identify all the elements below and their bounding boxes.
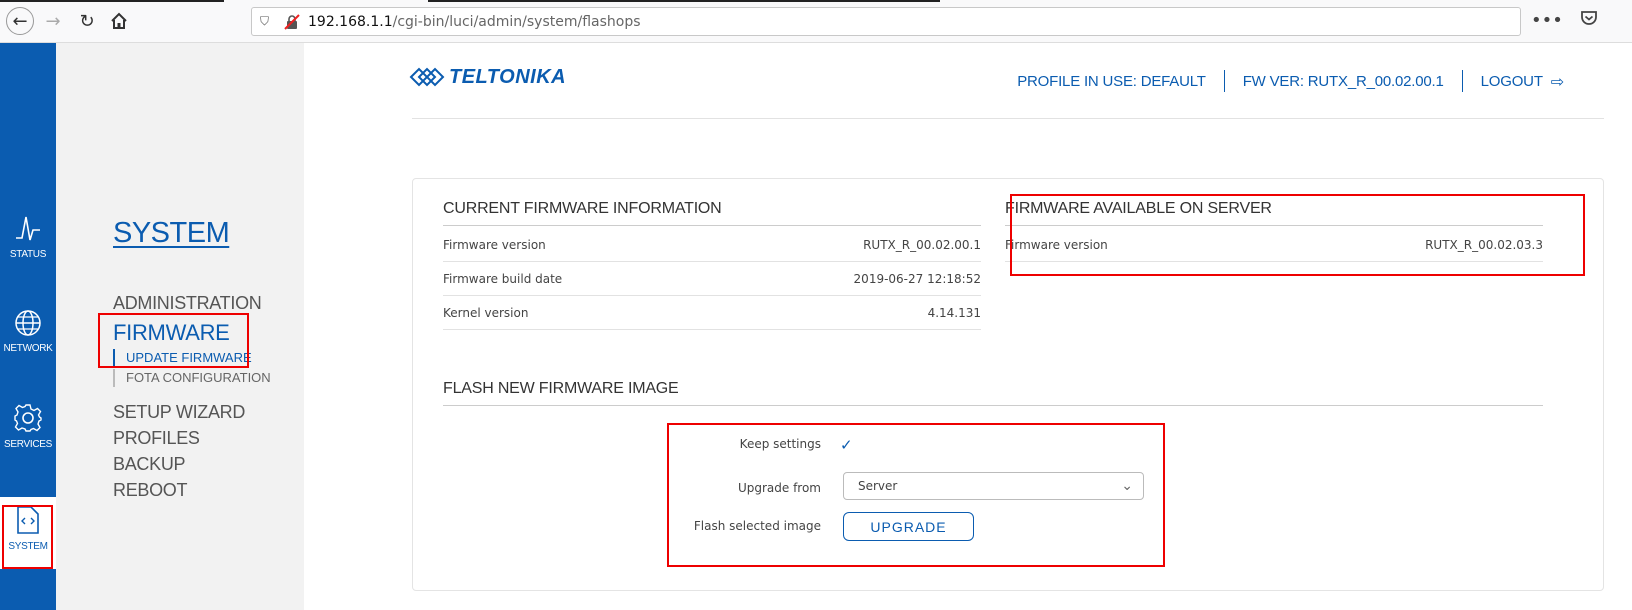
header-divider — [1223, 70, 1225, 92]
row-label: Firmware version — [1005, 237, 1108, 252]
pulse-icon — [16, 216, 40, 241]
keep-settings-label: Keep settings — [739, 437, 821, 451]
checkmark-icon: ✓ — [840, 436, 853, 454]
row-value: 4.14.131 — [927, 305, 981, 320]
home-button[interactable] — [106, 8, 132, 34]
server-firmware-title: FIRMWARE AVAILABLE ON SERVER — [1005, 200, 1543, 226]
row-value: RUTX_R_00.02.03.3 — [1425, 237, 1543, 252]
submenu-item-fota-configuration[interactable]: FOTA CONFIGURATION — [113, 369, 271, 387]
rail-item-status[interactable]: STATUS — [0, 213, 56, 283]
rail-item-network[interactable]: NETWORK — [0, 309, 56, 379]
teltonika-logo[interactable]: TELTONIKA — [409, 64, 566, 90]
globe-icon — [15, 310, 41, 336]
reload-icon: ↻ — [79, 10, 95, 32]
pocket-button[interactable] — [1580, 9, 1598, 32]
submenu-item-backup[interactable]: BACKUP — [113, 454, 186, 475]
home-icon — [111, 12, 127, 29]
header-divider-line — [412, 118, 1604, 119]
rail-label: STATUS — [9, 249, 47, 260]
insecure-lock-icon — [284, 13, 300, 30]
main-nav-rail: STATUS NETWORK SERVICES SYSTEM — [0, 43, 56, 610]
upgrade-button[interactable]: UPGRADE — [843, 512, 974, 541]
submenu-item-profiles[interactable]: PROFILES — [113, 428, 200, 449]
submenu-item-setup-wizard[interactable]: SETUP WIZARD — [113, 402, 245, 423]
code-file-icon — [17, 506, 39, 534]
flash-firmware-title: FLASH NEW FIRMWARE IMAGE — [443, 380, 1543, 406]
rail-label: SYSTEM — [8, 541, 48, 552]
row-value: RUTX_R_00.02.00.1 — [863, 237, 981, 252]
pocket-icon — [1581, 11, 1597, 25]
shield-icon: ⛉ — [260, 13, 270, 28]
fw-version-label: FW VER: RUTX_R_00.02.00.1 — [1242, 72, 1444, 90]
upgrade-from-select[interactable]: Server ⌄ — [843, 472, 1144, 500]
flash-selected-image-label: Flash selected image — [693, 519, 821, 533]
table-row: Firmware build date 2019-06-27 12:18:52 — [443, 262, 981, 296]
upgrade-from-label: Upgrade from — [737, 481, 821, 495]
row-value: 2019-06-27 12:18:52 — [853, 271, 981, 286]
rail-label: NETWORK — [3, 343, 53, 354]
forward-button[interactable]: → — [40, 8, 66, 34]
browser-toolbar: ← → ↻ ⛉ 192.168.1.1/cgi-bin/luci/admin/s… — [0, 0, 1632, 43]
url-text: 192.168.1.1/cgi-bin/luci/admin/system/fl… — [308, 14, 641, 30]
row-label: Firmware build date — [443, 271, 563, 286]
tab-strip-edge — [0, 0, 224, 2]
reload-button[interactable]: ↻ — [74, 8, 100, 34]
address-bar[interactable]: ⛉ 192.168.1.1/cgi-bin/luci/admin/system/… — [251, 7, 1521, 36]
logout-link[interactable]: LOGOUT — [1481, 73, 1543, 90]
header-divider — [1461, 70, 1463, 92]
submenu-item-update-firmware[interactable]: UPDATE FIRMWARE — [113, 349, 252, 367]
table-row: Firmware version RUTX_R_00.02.03.3 — [1005, 228, 1543, 262]
system-submenu: SYSTEM ADMINISTRATION FIRMWARE UPDATE FI… — [56, 43, 304, 610]
rail-item-services[interactable]: SERVICES — [0, 403, 56, 473]
select-value: Server — [858, 479, 898, 493]
arrow-left-icon: ← — [12, 10, 28, 32]
submenu-title: SYSTEM — [113, 217, 230, 249]
table-row: Firmware version RUTX_R_00.02.00.1 — [443, 228, 981, 262]
header-links: PROFILE IN USE: DEFAULT FW VER: RUTX_R_0… — [1017, 70, 1564, 92]
table-row: Kernel version 4.14.131 — [443, 296, 981, 330]
url-path: /cgi-bin/luci/admin/system/flashops — [392, 13, 641, 30]
submenu-item-firmware[interactable]: FIRMWARE — [113, 320, 230, 346]
row-label: Kernel version — [443, 305, 529, 320]
arrow-right-icon: → — [45, 10, 61, 32]
more-icon: ••• — [1531, 10, 1563, 31]
chevron-down-icon: ⌄ — [1121, 478, 1133, 494]
profile-in-use-link[interactable]: PROFILE IN USE: DEFAULT — [1017, 73, 1206, 90]
gear-icon — [14, 404, 42, 432]
rail-item-system[interactable]: SYSTEM — [0, 497, 56, 569]
tab-strip-edge — [428, 0, 940, 2]
row-label: Firmware version — [443, 237, 546, 252]
teltonika-logo-mark-icon — [409, 67, 445, 87]
logo-text: TELTONIKA — [449, 65, 567, 88]
submenu-item-administration[interactable]: ADMINISTRATION — [113, 293, 262, 314]
back-button[interactable]: ← — [6, 7, 34, 35]
keep-settings-checkbox[interactable]: ✓ — [840, 437, 856, 453]
current-firmware-title: CURRENT FIRMWARE INFORMATION — [443, 200, 981, 226]
page-actions-button[interactable]: ••• — [1531, 10, 1563, 31]
rail-label: SERVICES — [4, 439, 52, 450]
logout-icon[interactable]: ⇨ — [1551, 72, 1564, 91]
submenu-item-reboot[interactable]: REBOOT — [113, 480, 188, 501]
url-host: 192.168.1.1 — [308, 13, 393, 30]
